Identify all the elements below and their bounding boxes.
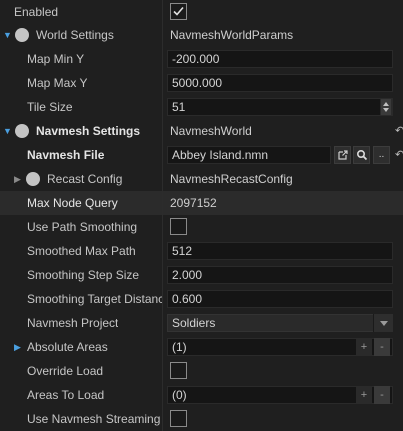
use-path-smoothing-checkbox[interactable] xyxy=(170,218,187,235)
search-icon xyxy=(356,149,367,161)
recast-config-value: NavmeshRecastConfig xyxy=(170,172,293,186)
areas-to-load-label: Areas To Load xyxy=(27,388,105,402)
max-node-query-field[interactable]: 2097152 xyxy=(170,191,217,215)
tile-size-stepper[interactable] xyxy=(380,98,392,116)
stepper-arrows-icon xyxy=(383,102,389,112)
chevron-down-icon[interactable] xyxy=(373,314,393,332)
open-external-button[interactable] xyxy=(334,146,351,164)
row-areas-to-load: Areas To Load (0) + - xyxy=(0,383,403,407)
remove-element-button[interactable]: - xyxy=(374,386,390,404)
enabled-label: Enabled xyxy=(14,5,59,19)
map-max-y-label: Map Max Y xyxy=(27,76,88,90)
object-circle-icon xyxy=(15,28,29,42)
smoothed-max-path-label: Smoothed Max Path xyxy=(27,244,136,258)
navmesh-file-field[interactable]: Abbey Island.nmn xyxy=(167,146,331,164)
absolute-areas-label: Absolute Areas xyxy=(27,340,108,354)
smoothing-target-distance-field[interactable]: 0.600 xyxy=(167,290,393,308)
find-button[interactable] xyxy=(353,146,370,164)
row-max-node-query: Max Node Query 2097152 xyxy=(0,191,403,215)
expand-arrow-icon[interactable]: ▼ xyxy=(3,23,12,47)
expand-arrow-icon[interactable]: ▼ xyxy=(3,119,12,143)
row-smoothed-max-path: Smoothed Max Path 512 xyxy=(0,239,403,263)
map-max-y-field[interactable]: 5000.000 xyxy=(167,74,393,92)
navmesh-settings-value: NavmeshWorld xyxy=(170,124,252,138)
map-min-y-field[interactable]: -200.000 xyxy=(167,50,393,68)
map-min-y-label: Map Min Y xyxy=(27,52,85,66)
object-circle-icon xyxy=(26,172,40,186)
smoothing-step-size-label: Smoothing Step Size xyxy=(27,268,140,282)
row-recast-config: ▶ Recast Config NavmeshRecastConfig xyxy=(0,167,403,191)
collapse-arrow-icon[interactable]: ▶ xyxy=(14,167,21,191)
browse-button[interactable]: .. xyxy=(373,146,390,164)
properties-panel: Enabled ▼ World Settings NavmeshWorldPar… xyxy=(0,0,403,431)
navmesh-settings-label: Navmesh Settings xyxy=(36,124,141,138)
object-circle-icon xyxy=(15,124,29,138)
tile-size-label: Tile Size xyxy=(27,100,73,114)
navmesh-project-select[interactable]: Soldiers xyxy=(167,314,393,332)
row-use-path-smoothing: Use Path Smoothing xyxy=(0,215,403,239)
column-divider[interactable] xyxy=(162,0,163,431)
navmesh-project-label: Navmesh Project xyxy=(27,316,119,330)
row-smoothing-target-distance: Smoothing Target Distance 0.600 xyxy=(0,287,403,311)
row-map-max-y: Map Max Y 5000.000 xyxy=(0,71,403,95)
open-external-icon xyxy=(337,150,348,160)
row-tile-size: Tile Size 51 xyxy=(0,95,403,119)
override-load-label: Override Load xyxy=(27,364,104,378)
checkmark-icon xyxy=(173,6,184,16)
row-navmesh-project: Navmesh Project Soldiers xyxy=(0,311,403,335)
world-settings-label: World Settings xyxy=(36,28,114,42)
collapse-arrow-icon[interactable]: ▶ xyxy=(14,335,21,359)
row-world-settings: ▼ World Settings NavmeshWorldParams xyxy=(0,23,403,47)
use-navmesh-streaming-label: Use Navmesh Streaming xyxy=(27,412,161,426)
recast-config-label: Recast Config xyxy=(47,172,123,186)
smoothing-target-distance-label: Smoothing Target Distance xyxy=(27,292,162,306)
override-load-checkbox[interactable] xyxy=(170,362,187,379)
row-navmesh-settings: ▼ Navmesh Settings NavmeshWorld ↶ xyxy=(0,119,403,143)
add-element-button[interactable]: + xyxy=(356,386,372,404)
enabled-checkbox[interactable] xyxy=(170,3,187,20)
row-map-min-y: Map Min Y -200.000 xyxy=(0,47,403,71)
revert-icon[interactable]: ↶ xyxy=(395,123,403,139)
navmesh-file-label: Navmesh File xyxy=(27,148,105,162)
row-enabled: Enabled xyxy=(0,0,403,24)
use-navmesh-streaming-checkbox[interactable] xyxy=(170,410,187,427)
row-smoothing-step-size: Smoothing Step Size 2.000 xyxy=(0,263,403,287)
remove-element-button[interactable]: - xyxy=(374,338,390,356)
row-absolute-areas: ▶ Absolute Areas (1) + - xyxy=(0,335,403,359)
row-override-load: Override Load xyxy=(0,359,403,383)
add-element-button[interactable]: + xyxy=(356,338,372,356)
tile-size-field[interactable]: 51 xyxy=(167,98,393,116)
revert-icon[interactable]: ↶ xyxy=(395,147,403,163)
world-settings-value: NavmeshWorldParams xyxy=(170,28,294,42)
smoothing-step-size-field[interactable]: 2.000 xyxy=(167,266,393,284)
row-navmesh-file: Navmesh File Abbey Island.nmn .. ↶ xyxy=(0,143,403,167)
max-node-query-label: Max Node Query xyxy=(27,196,118,210)
use-path-smoothing-label: Use Path Smoothing xyxy=(27,220,138,234)
smoothed-max-path-field[interactable]: 512 xyxy=(167,242,393,260)
row-use-navmesh-streaming: Use Navmesh Streaming xyxy=(0,407,403,431)
